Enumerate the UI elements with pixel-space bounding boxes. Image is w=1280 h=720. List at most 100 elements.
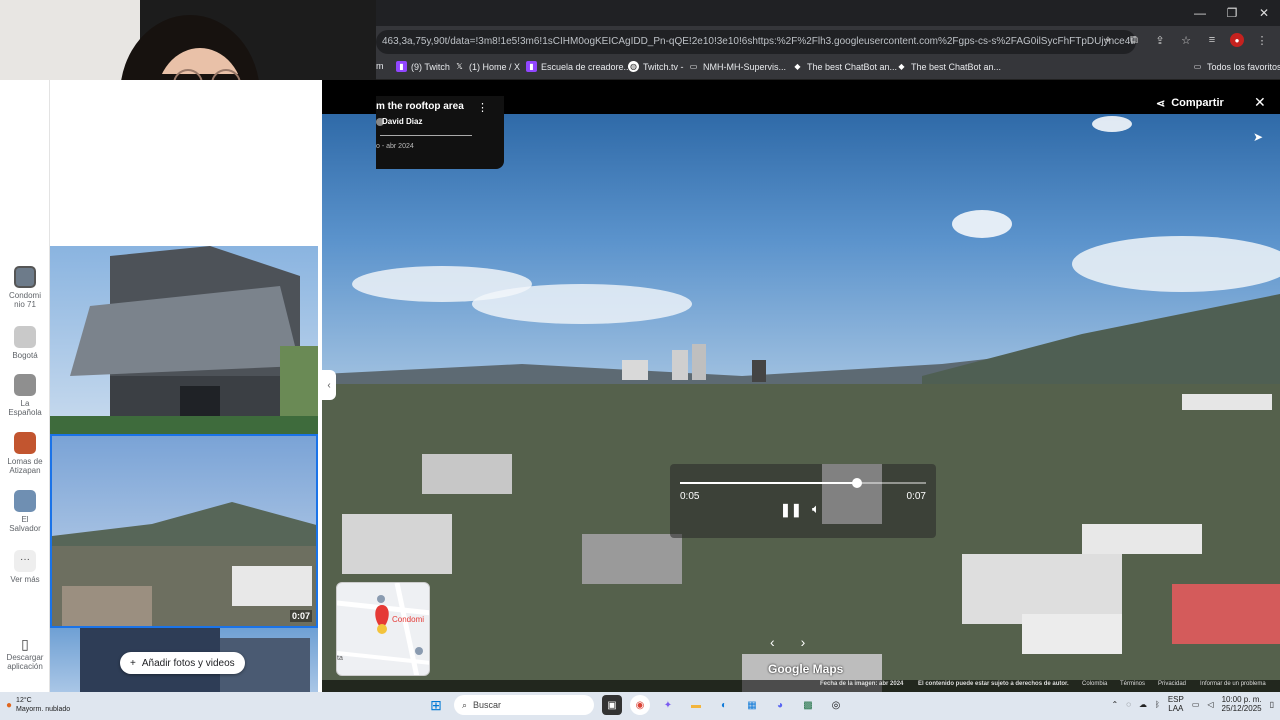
browser-titlebar: — ❐ ✕ [376, 0, 1280, 26]
edge-icon[interactable]: ◐ [714, 695, 734, 715]
discord-icon[interactable]: ◕ [770, 695, 790, 715]
rail-item-condominio[interactable]: Condomi nio 71 [0, 266, 50, 309]
collapse-panel-button[interactable]: ‹ [322, 370, 336, 400]
url-input[interactable]: 463,3a,75y,90t/data=!3m8!1e5!3m6!1sCIHM0… [376, 30, 1136, 54]
address-bar-row: 463,3a,75y,90t/data=!3m8!1e5!3m6!1sCIHM0… [376, 26, 1280, 58]
location-icon[interactable]: ⌖ [1100, 32, 1116, 48]
rail-item-ver-mas[interactable]: ··· Ver más [0, 550, 50, 584]
add-photos-button[interactable]: + Añadir fotos y videos [120, 652, 245, 674]
place-thumbnail [14, 374, 36, 396]
restore-button[interactable]: ❐ [1216, 0, 1248, 26]
bookmark-chatbot-2[interactable]: ◆ The best ChatBot an... [896, 61, 1001, 72]
install-icon[interactable]: ⧉ [1126, 32, 1142, 48]
photo-gallery: 0:07 [50, 246, 318, 692]
media-control-icon[interactable]: ≡ [1204, 32, 1220, 48]
obs-icon[interactable]: ◎ [826, 695, 846, 715]
minimize-button[interactable]: — [1184, 0, 1216, 26]
display-icon[interactable]: ▭ [1192, 700, 1200, 709]
notifications-icon[interactable]: ▯ [1270, 700, 1274, 709]
mini-map[interactable]: Condomi ta [336, 582, 430, 676]
start-button[interactable]: ⊞ [426, 695, 446, 715]
profile-avatar-icon[interactable]: ● [1230, 33, 1244, 47]
share-button[interactable]: ⋖ Compartir [1156, 92, 1224, 114]
copyright-notice: El contenido puede estar sujeto a derech… [918, 681, 1069, 687]
maps-page: Condomi nio 71 Bogotá La Española Lomas … [0, 80, 1280, 692]
tray-expand-icon[interactable]: ⌃ [1112, 700, 1119, 709]
search-icon: ⌕ [462, 699, 468, 710]
rail-item-lomas[interactable]: Lomas de Atizapan [0, 432, 50, 475]
divider [380, 135, 472, 136]
weather-widget[interactable]: ● 12°C Mayorm. nublado [6, 696, 70, 714]
windows-taskbar: ● 12°C Mayorm. nublado ⊞ ⌕ Buscar ▣ ◉ ✦ … [0, 692, 1280, 720]
chrome-icon[interactable]: ◉ [630, 695, 650, 715]
task-view-icon[interactable]: ▣ [602, 695, 622, 715]
menu-kebab-icon[interactable]: ⋮ [1254, 32, 1270, 48]
store-icon[interactable]: ▦ [742, 695, 762, 715]
bookmark-nmh[interactable]: ▭ NMH-MH-Supervis... [688, 61, 786, 72]
bluetooth-icon[interactable]: ᛒ [1155, 700, 1160, 709]
copilot-icon[interactable]: ✦ [658, 695, 678, 715]
search-placeholder: Buscar [473, 700, 502, 710]
all-bookmarks[interactable]: ▭ Todos los favoritos [1192, 61, 1280, 72]
share-icon: ⋖ [1156, 97, 1166, 110]
pause-button[interactable]: ❚❚ [780, 502, 802, 518]
rail-item-el-salvador[interactable]: El Salvador [0, 490, 50, 533]
clock[interactable]: 10:00 p. m. 25/12/2025 [1222, 695, 1262, 713]
total-time: 0:07 [906, 491, 926, 502]
network-icon[interactable]: ◌ [1126, 700, 1131, 709]
gallery-video-rooftop[interactable]: 0:07 [50, 434, 318, 628]
twitch-icon: ▮ [396, 61, 407, 72]
video-player-controls: 0:05 0:07 ❚❚ 🔈︎ [670, 464, 936, 538]
volume-button[interactable]: 🔈︎ [812, 501, 820, 517]
more-options-icon[interactable]: ⋮ [477, 101, 488, 114]
rail-item-label: Condomi nio 71 [8, 291, 41, 309]
bookmark-star-icon[interactable]: ☆ [1178, 32, 1194, 48]
bookmark-chatbot-1[interactable]: ◆ The best ChatBot an... [792, 61, 897, 72]
rail-item-label: Ver más [10, 575, 40, 584]
place-thumbnail [14, 266, 36, 288]
bookmark-x[interactable]: 𝕏 (1) Home / X [454, 61, 520, 72]
video-scrubber-handle[interactable] [852, 478, 863, 488]
close-window-button[interactable]: ✕ [1248, 0, 1280, 26]
share-page-icon[interactable]: ⇪ [1152, 32, 1168, 48]
next-arrow-icon[interactable]: › [801, 634, 806, 650]
bookmark-item[interactable]: m [376, 61, 384, 71]
video-progress-bar[interactable] [680, 478, 926, 488]
photo-info-card: m the rooftop area ⋮ David Diaz o - abr … [376, 96, 504, 169]
system-tray: ⌃ ◌ ☁ ᛒ ESP LAA ▭ ◁ 10:00 p. m. 25/12/20… [1112, 695, 1274, 713]
bookmark-escuela[interactable]: ▮ Escuela de creadore... [526, 61, 631, 72]
gallery-photo-building[interactable] [50, 246, 318, 434]
address-bar-icons: ⌖ ⧉ ⇪ ☆ ≡ ● ⋮ [1100, 32, 1270, 48]
language-indicator[interactable]: ESP LAA [1168, 695, 1184, 713]
photo-title: m the rooftop area [376, 101, 464, 112]
taskbar-apps: ⊞ ⌕ Buscar ▣ ◉ ✦ ▬ ◐ ▦ ◕ ▩ ◎ [426, 695, 846, 715]
privacy-link[interactable]: Privacidad [1158, 681, 1186, 687]
file-explorer-icon[interactable]: ▬ [686, 695, 706, 715]
bookmark-twitch[interactable]: ▮ (9) Twitch [396, 61, 450, 72]
country-link[interactable]: Colombia [1082, 681, 1107, 687]
rail-item-label: Bogotá [12, 351, 38, 360]
window-controls: — ❐ ✕ [1184, 0, 1280, 26]
excel-icon[interactable]: ▩ [798, 695, 818, 715]
download-app-button[interactable]: ▯ Descargar aplicación [0, 636, 50, 671]
rail-item-la-espanola[interactable]: La Española [0, 374, 50, 417]
weather-description: Mayorm. nublado [16, 706, 71, 713]
report-problem-link[interactable]: Informar de un problema [1200, 681, 1266, 687]
onedrive-icon[interactable]: ☁ [1139, 700, 1147, 709]
building-photo [50, 246, 318, 434]
bookmark-twitchtv[interactable]: ◍ Twitch.tv - [628, 61, 684, 72]
rooftop-photo [52, 502, 316, 626]
close-viewer-button[interactable]: ✕ [1254, 94, 1266, 111]
rail-item-label: La Española [8, 399, 42, 417]
rail-item-bogota[interactable]: Bogotá [0, 326, 50, 360]
volume-tray-icon[interactable]: ◁ [1207, 700, 1213, 709]
mouse-cursor-icon: ➤ [1253, 130, 1264, 144]
author-name[interactable]: David Diaz [382, 117, 422, 126]
photo-viewer[interactable] [322, 80, 1280, 692]
place-thumbnail [14, 326, 36, 348]
page-icon: ▭ [689, 62, 698, 71]
terms-link[interactable]: Términos [1120, 681, 1145, 687]
bookmarks-bar: m ▮ (9) Twitch 𝕏 (1) Home / X ▮ Escuela de … [376, 58, 1280, 80]
taskbar-search[interactable]: ⌕ Buscar [454, 695, 594, 715]
previous-arrow-icon[interactable]: ‹ [770, 634, 775, 650]
